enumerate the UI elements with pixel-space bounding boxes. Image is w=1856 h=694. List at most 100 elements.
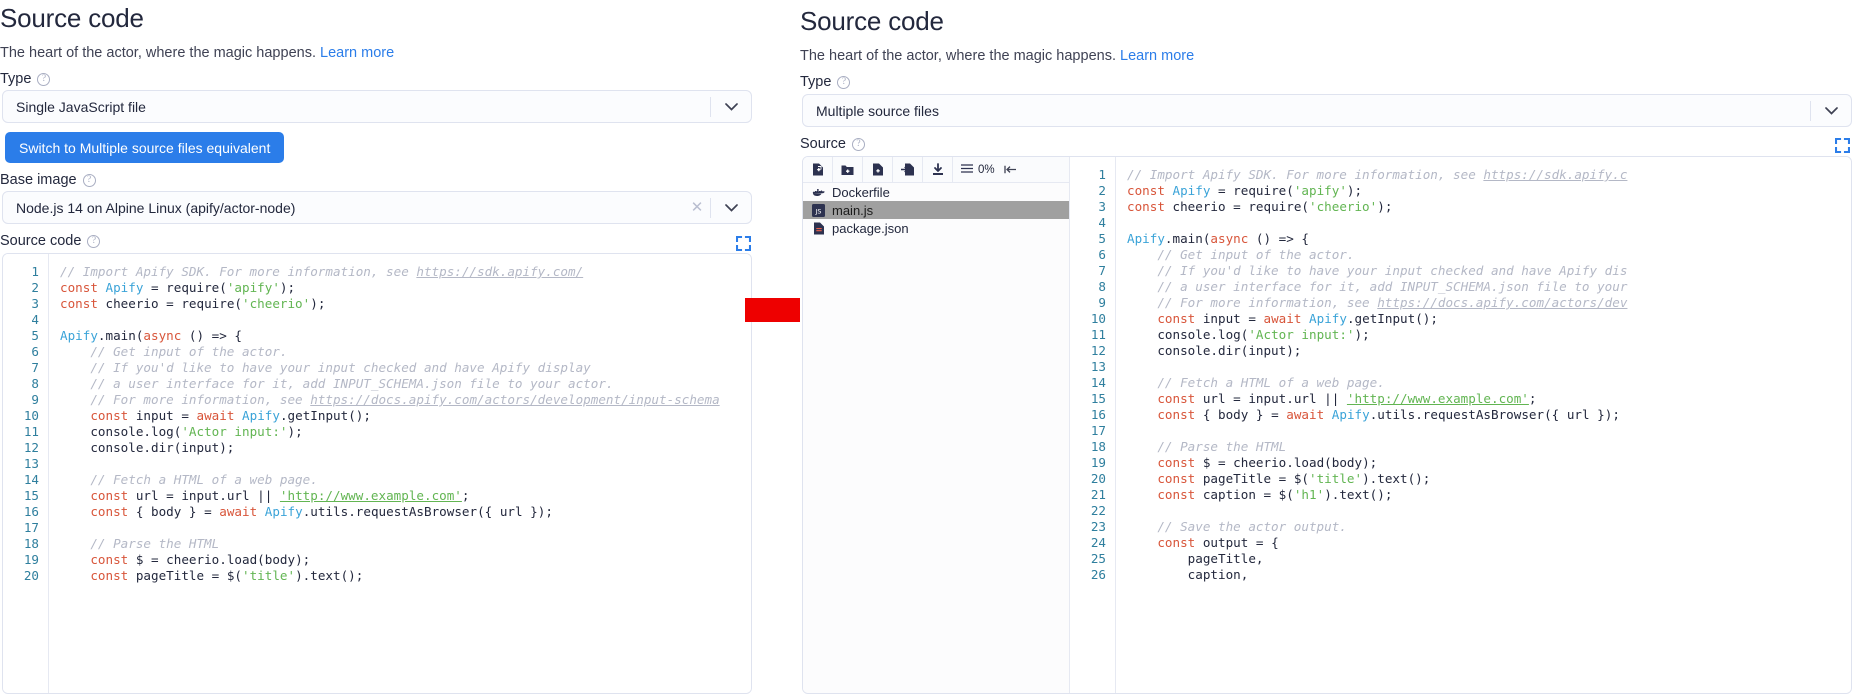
help-icon[interactable]: ? — [82, 173, 96, 187]
help-icon[interactable]: ? — [37, 72, 51, 86]
code-line: // Get input of the actor. — [60, 344, 288, 359]
line-number: 21 — [1090, 487, 1106, 502]
file-name: main.js — [832, 202, 874, 218]
type-label: Type — [0, 71, 32, 87]
code-line: const pageTitle = $('title').text(); — [90, 568, 364, 583]
description-text: The heart of the actor, where the magic … — [0, 45, 316, 61]
code-line: // If you'd like to have your input chec… — [60, 360, 591, 375]
code-line: // Save the actor output. — [1127, 519, 1347, 534]
file-list-item[interactable]: JS main.js — [803, 201, 1069, 219]
code-line: // For more information, see https://doc… — [60, 392, 720, 407]
line-number: 16 — [23, 504, 39, 519]
type-select-value: Single JavaScript file — [16, 98, 146, 115]
line-number: 15 — [1090, 391, 1106, 406]
line-number: 18 — [23, 536, 39, 551]
import-file-icon[interactable] — [893, 157, 923, 182]
line-number: 19 — [23, 552, 39, 567]
browser-split: 0% Dockerfile JS main.js package.json 12345… — [803, 157, 1851, 693]
type-select[interactable]: Multiple source files — [802, 94, 1852, 127]
line-number: 4 — [1098, 215, 1106, 230]
line-number: 9 — [31, 392, 39, 407]
upload-file-icon[interactable] — [863, 157, 893, 182]
code-line: const { body } = await Apify.utils.reque… — [1157, 407, 1620, 422]
line-number: 8 — [1098, 279, 1106, 294]
line-number: 1 — [31, 264, 39, 279]
expand-icon[interactable] — [736, 236, 751, 251]
help-icon[interactable]: ? — [87, 234, 101, 248]
file-list-item[interactable]: package.json — [803, 219, 1069, 237]
base-image-label: Base image — [0, 172, 77, 188]
line-number: 14 — [23, 472, 39, 487]
code-content[interactable]: // Import Apify SDK. For more informatio… — [1116, 157, 1851, 693]
screenshot-root: Source code The heart of the actor, wher… — [0, 0, 1856, 694]
new-folder-icon[interactable] — [833, 157, 863, 182]
code-line: pageTitle, — [1127, 551, 1264, 566]
help-icon[interactable]: ? — [837, 75, 851, 89]
code-area: 1 2 3 4 5 6 7 8 9 10 11 12 13 14 15 16 17 18 19 20 // Impor… — [3, 254, 751, 693]
download-icon[interactable] — [923, 157, 953, 182]
type-select[interactable]: Single JavaScript file — [2, 90, 752, 123]
file-name: package.json — [832, 220, 909, 236]
learn-more-link[interactable]: Learn more — [1120, 48, 1194, 64]
code-line: // Import Apify SDK. For more informatio… — [60, 264, 584, 279]
code-line: // If you'd like to have your input chec… — [1127, 263, 1628, 278]
left-code-editor[interactable]: 1 2 3 4 5 6 7 8 9 10 11 12 13 14 15 16 17 18 19 20 // Impor… — [2, 253, 752, 694]
line-number: 13 — [23, 456, 39, 471]
help-icon[interactable]: ? — [851, 137, 865, 151]
chevron-down-icon[interactable] — [711, 203, 751, 212]
switch-to-multiple-source-files-button[interactable]: Switch to Multiple source files equivale… — [5, 132, 285, 163]
code-line: const url = input.url || 'http://www.exa… — [1157, 391, 1537, 406]
code-line: const Apify = require('apify'); — [1127, 183, 1363, 198]
chevron-down-icon[interactable] — [711, 102, 751, 111]
line-number: 25 — [1090, 551, 1106, 566]
chevron-down-icon[interactable] — [1811, 106, 1851, 115]
line-number: 20 — [23, 568, 39, 583]
code-line: caption, — [1127, 567, 1249, 582]
code-line: const input = await Apify.getInput(); — [90, 408, 371, 423]
file-list-item[interactable]: Dockerfile — [803, 183, 1069, 201]
file-name: Dockerfile — [832, 184, 890, 200]
line-number: 10 — [23, 408, 39, 423]
source-browser: 0% Dockerfile JS main.js package.json 12345… — [802, 156, 1852, 694]
source-code-label: Source code — [0, 233, 82, 249]
line-number: 1 — [1098, 167, 1106, 182]
line-number: 3 — [31, 296, 39, 311]
collapse-left-icon[interactable] — [1000, 163, 1017, 177]
right-code-editor[interactable]: 1 2 3 4 5 6 7 8 9 10 11 12 13 14 15 16 17 18 19 20 21 22 23 24 2… — [1070, 157, 1851, 693]
learn-more-link[interactable]: Learn more — [320, 45, 394, 61]
usage-percent: 0% — [978, 163, 995, 176]
panel-description: The heart of the actor, where the magic … — [800, 48, 1194, 64]
line-number: 22 — [1090, 503, 1106, 518]
base-image-select[interactable]: Node.js 14 on Alpine Linux (apify/actor-… — [2, 191, 752, 224]
new-file-icon[interactable] — [803, 157, 833, 182]
clear-icon[interactable]: ✕ — [684, 200, 710, 215]
code-line: console.log('Actor input:'); — [1127, 327, 1370, 342]
code-line: const input = await Apify.getInput(); — [1157, 311, 1438, 326]
code-line: // a user interface for it, add INPUT_SC… — [1127, 279, 1628, 294]
source-code-label-row: Source code ? — [0, 233, 101, 249]
code-line: const cheerio = require('cheerio'); — [1127, 199, 1393, 214]
line-number: 11 — [1090, 327, 1106, 342]
code-line: // Parse the HTML — [60, 536, 220, 551]
code-line: console.dir(input); — [60, 440, 235, 455]
type-label-row: Type ? — [800, 74, 851, 90]
package-icon — [812, 222, 825, 235]
source-label-row: Source ? — [800, 136, 865, 152]
code-line: const output = { — [1157, 535, 1279, 550]
expand-icon[interactable] — [1835, 138, 1850, 153]
line-number: 5 — [1098, 231, 1106, 246]
code-line: // For more information, see https://doc… — [1127, 295, 1628, 310]
code-line: // a user interface for it, add INPUT_SC… — [60, 376, 614, 391]
file-toolbar: 0% — [803, 157, 1069, 183]
line-number: 13 — [1090, 359, 1106, 374]
line-number: 20 — [1090, 471, 1106, 486]
code-line: const pageTitle = $('title').text(); — [1157, 471, 1431, 486]
code-line: const url = input.url || 'http://www.exa… — [90, 488, 470, 503]
code-content[interactable]: // Import Apify SDK. For more informatio… — [49, 254, 751, 693]
line-number: 10 — [1090, 311, 1106, 326]
js-icon: JS — [812, 203, 825, 217]
